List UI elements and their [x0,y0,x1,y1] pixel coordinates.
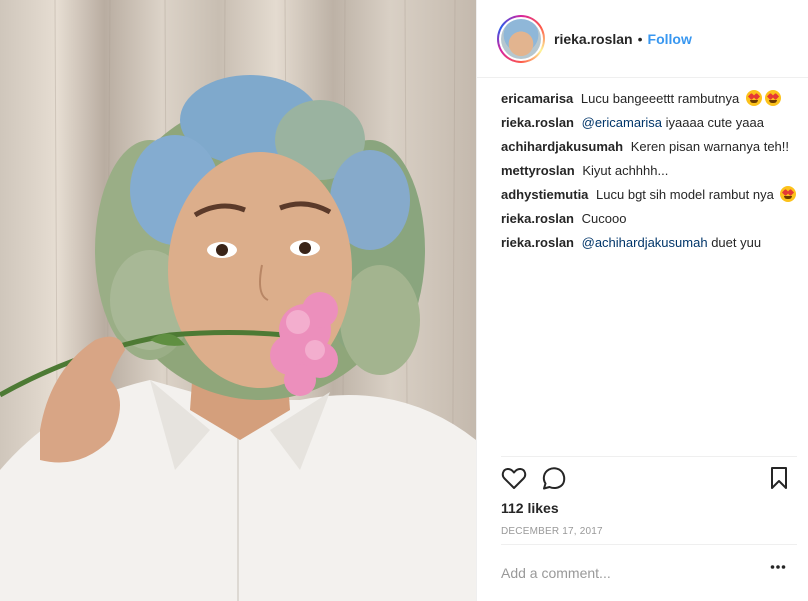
comments-list: ericamarisa Lucu bangeeettt rambutnya ri… [501,89,797,257]
comment-text: Keren pisan warnanya teh!! [630,139,790,154]
avatar-border [499,16,543,61]
comment-mention[interactable]: @ericamarisa [582,115,662,130]
comment-item: rieka.roslan @achihardjakusumah duet yuu [501,233,797,252]
header-username[interactable]: rieka.roslan [554,31,633,47]
comment-text: Lucu bgt sih model rambut nya [596,187,774,202]
comment-item: ericamarisa Lucu bangeeettt rambutnya [501,89,797,108]
header-separator: • [637,30,643,47]
add-comment-divider [501,544,797,545]
post-photo[interactable] [0,0,476,601]
heart-eyes-emoji-icon [780,186,797,202]
comment-text: duet yuu [711,235,762,250]
comment-username[interactable]: rieka.roslan [501,211,574,226]
heart-eyes-emoji-icon [745,90,762,106]
comment-text: Cucooo [581,211,627,226]
add-comment-input[interactable] [501,562,751,584]
avatar-image [501,18,541,59]
heart-eyes-emoji-icon [765,90,782,106]
comment-item: rieka.roslan Cucooo [501,209,797,228]
actions-divider [501,456,797,457]
comment-text: iyaaaa cute yaaa [665,115,764,130]
comment-username[interactable]: ericamarisa [501,91,573,106]
comment-username[interactable]: achihardjakusumah [501,139,623,154]
comment-username[interactable]: rieka.roslan [501,115,574,130]
ellipsis-icon[interactable] [770,564,786,570]
comment-mention[interactable]: @achihardjakusumah [582,235,708,250]
post-date[interactable]: DECEMBER 17, 2017 [501,526,603,537]
comment-bubble-icon[interactable] [541,466,567,490]
likes-count[interactable]: 112 likes [501,500,559,516]
post-details-panel: rieka.roslan • Follow ericamarisa Lucu b… [476,0,808,601]
comment-username[interactable]: mettyroslan [501,163,575,178]
comment-item: adhystiemutia Lucu bgt sih model rambut … [501,185,797,204]
follow-button[interactable]: Follow [648,31,692,47]
heart-outline-icon[interactable] [501,466,527,490]
comment-item: achihardjakusumah Keren pisan warnanya t… [501,137,797,156]
post-header: rieka.roslan • Follow [477,0,808,78]
comment-username[interactable]: rieka.roslan [501,235,574,250]
comment-item: rieka.roslan @ericamarisa iyaaaa cute ya… [501,113,797,132]
action-bar [501,466,797,494]
comment-item: mettyroslan Kiyut achhhh... [501,161,797,180]
avatar[interactable] [497,14,545,63]
bookmark-icon[interactable] [769,466,789,490]
comment-username[interactable]: adhystiemutia [501,187,588,202]
post-photo-illustration [0,0,476,601]
comment-text: Lucu bangeeettt rambutnya [580,91,740,106]
comment-text: Kiyut achhhh... [582,163,669,178]
post-container: rieka.roslan • Follow ericamarisa Lucu b… [0,0,808,601]
